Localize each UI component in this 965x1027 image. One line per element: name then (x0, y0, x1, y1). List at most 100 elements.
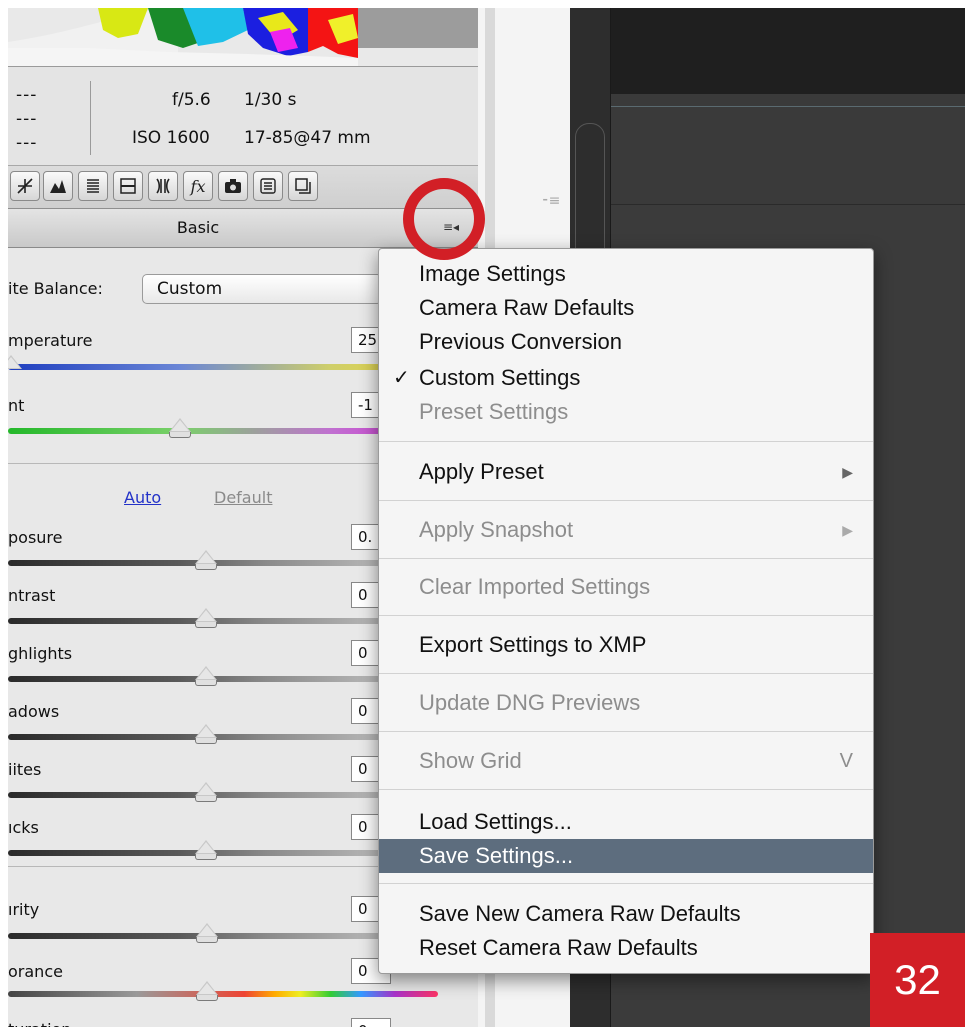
menu-item-export-settings-xmp[interactable]: Export Settings to XMP (379, 628, 873, 662)
effects-icon[interactable]: fx (183, 171, 213, 201)
tint-slider-track[interactable] (8, 428, 438, 434)
tone-slider-label: ıcks (8, 818, 39, 837)
tint-slider-thumb[interactable] (169, 418, 191, 432)
detail-icon[interactable] (43, 171, 73, 201)
auto-link[interactable]: Auto (124, 488, 161, 507)
tone-slider-track[interactable] (8, 850, 438, 856)
menu-item-apply-preset[interactable]: Apply Preset ▶ (379, 455, 873, 489)
tone-slider-thumb[interactable] (195, 724, 217, 738)
vibrance-slider-thumb[interactable] (196, 981, 218, 995)
menu-item-image-settings[interactable]: Image Settings (379, 257, 873, 291)
menu-item-label: Load Settings... (419, 809, 572, 834)
menu-item-label: Show Grid (419, 748, 522, 773)
clarity-slider-track[interactable] (8, 933, 438, 939)
aperture: f/5.6 (172, 90, 211, 110)
snapshots-icon[interactable] (288, 171, 318, 201)
vibrance-slider-track[interactable] (8, 991, 438, 997)
menu-separator (379, 731, 873, 732)
filmstrip-menu-icon[interactable]: ⁃≡ (536, 193, 566, 213)
menu-separator (379, 673, 873, 674)
tone-slider-track[interactable] (8, 792, 438, 798)
menu-item-reset-camera-raw-defaults[interactable]: Reset Camera Raw Defaults (379, 931, 873, 965)
tone-slider-track[interactable] (8, 560, 438, 566)
preview-band (570, 94, 965, 205)
temperature-slider-track[interactable] (8, 364, 438, 370)
tone-slider-thumb[interactable] (195, 666, 217, 680)
tone-slider-thumb-base (195, 854, 217, 860)
menu-item-show-grid[interactable]: Show Grid V (379, 744, 873, 778)
exif-divider (90, 81, 91, 155)
menu-item-custom-settings[interactable]: ✓ Custom Settings (379, 361, 873, 395)
clarity-slider-thumb[interactable] (196, 923, 218, 937)
exif-dash-3: --- (16, 133, 38, 153)
white-balance-select[interactable]: Custom (142, 274, 382, 304)
default-link[interactable]: Default (214, 488, 272, 507)
submenu-arrow-icon: ▶ (842, 522, 853, 538)
histogram (8, 8, 478, 67)
temperature-label: mperature (8, 331, 93, 350)
menu-item-label: Image Settings (419, 261, 566, 286)
exif-dash-2: --- (16, 109, 38, 129)
menu-separator (379, 558, 873, 559)
checkmark-icon: ✓ (393, 367, 410, 389)
menu-separator (379, 500, 873, 501)
tone-slider-thumb-base (195, 796, 217, 802)
panel-title: Basic (176, 218, 220, 237)
menu-item-update-dng-previews[interactable]: Update DNG Previews (379, 686, 873, 720)
settings-dropdown-menu: Image Settings Camera Raw Defaults Previ… (378, 248, 874, 974)
exif-info: --- --- --- f/5.6 1/30 s ISO 1600 17-85@… (8, 67, 478, 166)
menu-item-save-new-camera-raw-defaults[interactable]: Save New Camera Raw Defaults (379, 897, 873, 931)
tone-slider-thumb[interactable] (195, 608, 217, 622)
tone-slider-thumb-base (195, 680, 217, 686)
hsl-icon[interactable] (78, 171, 108, 201)
menu-item-label: Save New Camera Raw Defaults (419, 901, 741, 926)
tint-slider-thumb-base (169, 432, 191, 438)
saturation-label: turation (8, 1020, 71, 1027)
tone-slider-thumb-base (195, 738, 217, 744)
menu-item-label: Camera Raw Defaults (419, 295, 635, 320)
lens-info: 17-85@47 mm (244, 128, 371, 148)
preview-band-line (610, 106, 965, 107)
menu-item-label: Update DNG Previews (419, 690, 641, 715)
lens-corrections-icon[interactable] (148, 171, 178, 201)
menu-item-previous-conversion[interactable]: Previous Conversion (379, 325, 873, 359)
tone-slider-track[interactable] (8, 618, 438, 624)
menu-separator (379, 615, 873, 616)
highlight-circle-annotation (403, 178, 485, 260)
menu-item-camera-raw-defaults[interactable]: Camera Raw Defaults (379, 291, 873, 325)
menu-item-label: Reset Camera Raw Defaults (419, 935, 698, 960)
camera-calibration-icon[interactable] (218, 171, 248, 201)
tone-slider-thumb[interactable] (195, 550, 217, 564)
tone-slider-label: adows (8, 702, 60, 721)
temperature-slider-thumb[interactable] (8, 355, 22, 369)
tone-slider-thumb-base (195, 564, 217, 570)
vibrance-slider-thumb-base (196, 995, 218, 1001)
menu-item-preset-settings[interactable]: Preset Settings (379, 395, 873, 429)
tone-slider-thumb[interactable] (195, 782, 217, 796)
menu-item-load-settings[interactable]: Load Settings... (379, 805, 873, 839)
tint-label: nt (8, 396, 25, 415)
menu-item-label: Custom Settings (419, 365, 581, 390)
white-balance-label: ite Balance: (8, 279, 103, 298)
submenu-arrow-icon: ▶ (842, 464, 853, 480)
menu-item-label: Export Settings to XMP (419, 632, 647, 657)
preview-top-bar (570, 8, 965, 95)
menu-item-label: Previous Conversion (419, 329, 622, 354)
menu-separator (379, 883, 873, 884)
vibrance-label: orance (8, 962, 63, 981)
menu-item-label: Apply Snapshot (419, 517, 574, 542)
shutter-speed: 1/30 s (244, 90, 297, 110)
tone-curve-icon[interactable] (10, 171, 40, 201)
tone-slider-thumb-base (195, 622, 217, 628)
split-toning-icon[interactable] (113, 171, 143, 201)
tone-slider-track[interactable] (8, 676, 438, 682)
menu-item-apply-snapshot[interactable]: Apply Snapshot ▶ (379, 513, 873, 547)
histogram-graph (8, 8, 478, 66)
tone-slider-thumb[interactable] (195, 840, 217, 854)
presets-icon[interactable] (253, 171, 283, 201)
tone-slider-track[interactable] (8, 734, 438, 740)
menu-item-clear-imported-settings[interactable]: Clear Imported Settings (379, 570, 873, 604)
menu-item-save-settings[interactable]: Save Settings... (379, 839, 873, 873)
menu-item-label: Apply Preset (419, 459, 544, 484)
saturation-field[interactable]: 0 (351, 1018, 391, 1027)
